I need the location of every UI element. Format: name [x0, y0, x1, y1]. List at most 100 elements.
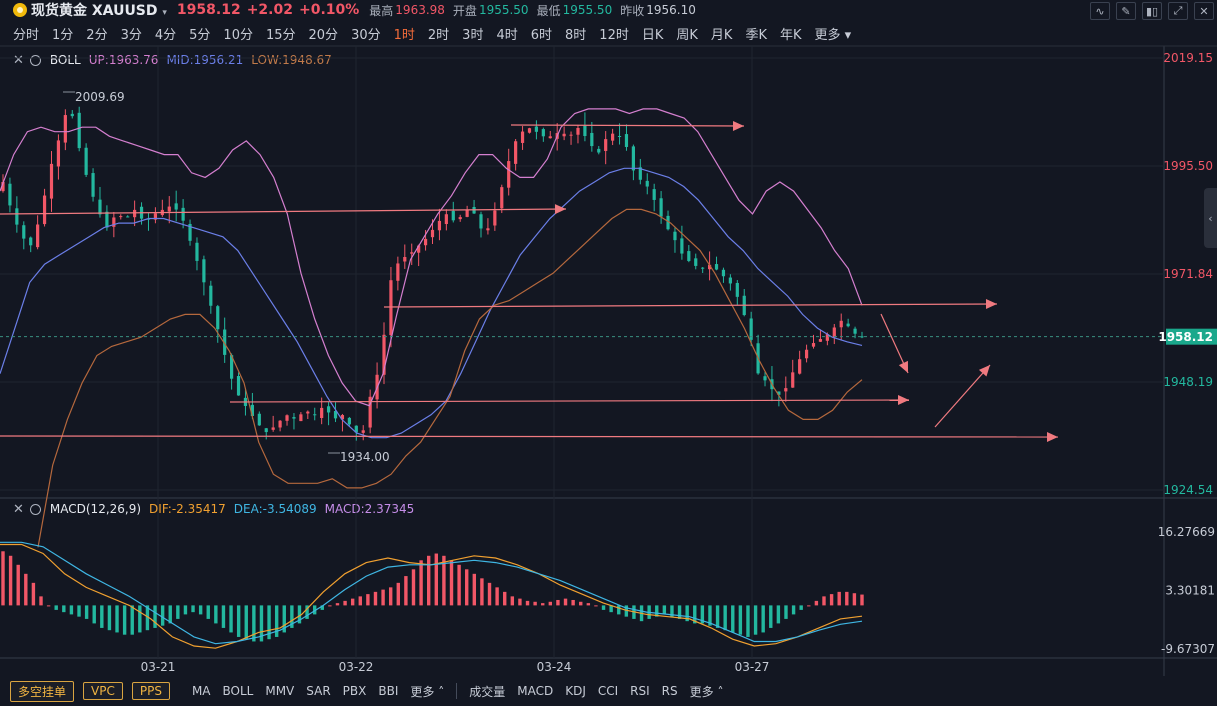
macd-histogram-bar: [46, 605, 51, 607]
annotation-top-line-head: [732, 120, 744, 131]
candle-body: [410, 252, 414, 254]
macd-histogram-bar: [799, 605, 803, 610]
candle-body: [22, 225, 26, 239]
toolbar-divider: [456, 683, 458, 699]
candle-body: [313, 414, 317, 416]
candle-body: [98, 199, 102, 215]
candle-body: [15, 208, 19, 225]
main-indicator-2[interactable]: MMV: [265, 684, 294, 698]
collapse-panel-chevron-icon[interactable]: ‹: [1204, 188, 1217, 248]
candle-body: [659, 198, 663, 217]
macd-histogram-bar: [419, 560, 423, 606]
main-indicator-6[interactable]: 更多 ˄: [410, 683, 444, 700]
candle-body: [202, 259, 206, 283]
overlay-button-1[interactable]: VPC: [83, 682, 123, 700]
macd-histogram-bar: [579, 601, 583, 606]
candle-body: [507, 161, 511, 188]
macd-histogram-bar: [533, 601, 537, 606]
macd-histogram-bar: [8, 555, 13, 606]
macd-histogram-bar: [373, 591, 378, 606]
macd-histogram-bar: [16, 564, 20, 606]
macd-histogram-bar: [183, 605, 188, 615]
macd-histogram-bar: [449, 560, 454, 606]
macd-histogram-bar: [39, 596, 43, 606]
annotation-mid-line-head: [985, 299, 997, 310]
overlay-button-0[interactable]: 多空挂单: [10, 680, 75, 702]
annotation-support-line-head: [897, 395, 909, 406]
sub-indicator-1[interactable]: MACD: [517, 684, 553, 698]
candle-body: [721, 269, 726, 277]
main-indicator-1[interactable]: BOLL: [223, 684, 254, 698]
sub-indicator-2[interactable]: KDJ: [565, 684, 586, 698]
main-indicator-0[interactable]: MA: [192, 684, 211, 698]
candle-body: [701, 267, 705, 269]
candle-body: [271, 427, 275, 430]
macd-histogram-bar: [434, 553, 439, 606]
macd-histogram-bar: [586, 603, 591, 606]
macd-histogram-bar: [571, 599, 575, 606]
macd-histogram-bar: [457, 564, 461, 606]
time-axis-label: 03-21: [141, 660, 176, 674]
macd-histogram-bar: [814, 600, 819, 606]
macd-histogram-bar: [343, 600, 347, 606]
candle-body: [680, 238, 684, 254]
macd-histogram-bar: [791, 605, 796, 615]
macd-histogram-bar: [1, 551, 5, 606]
candle-body: [396, 263, 400, 281]
macd-axis-label: 3.30181: [1165, 584, 1215, 598]
candle-body: [264, 428, 268, 433]
main-indicator-4[interactable]: PBX: [343, 684, 367, 698]
macd-histogram-bar: [495, 587, 499, 606]
macd-histogram-bar: [381, 589, 385, 606]
candle-body: [403, 257, 407, 262]
bottom-toolbar: 多空挂单 VPC PPS MA BOLL MMV SAR PBX BBI 更多 ˄ 成交量 MACD K…: [0, 679, 1217, 703]
macd-histogram-bar: [244, 605, 248, 640]
candle-body: [56, 140, 61, 167]
candle-body: [652, 189, 656, 200]
candle-body: [839, 320, 843, 328]
macd-histogram-bar: [746, 605, 750, 637]
sub-indicator-0[interactable]: 成交量: [469, 683, 505, 700]
sub-indicator-4[interactable]: RSI: [630, 684, 650, 698]
candle-body: [569, 134, 573, 136]
macd-histogram-bar: [556, 599, 560, 606]
candle-body: [77, 112, 81, 149]
candle-body: [430, 229, 435, 238]
candle-body: [604, 139, 608, 151]
candle-body: [181, 207, 185, 221]
boll-lower-line: [37, 208, 863, 548]
candle-body: [818, 339, 823, 342]
macd-histogram-bar: [138, 605, 142, 633]
sub-indicator-5[interactable]: RS: [662, 684, 678, 698]
candle-body: [49, 163, 54, 199]
candle-body: [548, 136, 552, 139]
macd-histogram-bar: [160, 605, 165, 626]
candle-body: [534, 126, 539, 132]
macd-histogram-bar: [677, 605, 682, 619]
candle-body: [493, 210, 497, 226]
candle-body: [527, 128, 532, 133]
candle-body: [624, 134, 629, 147]
macd-histogram-bar: [358, 596, 362, 606]
sub-indicator-6[interactable]: 更多 ˄: [690, 683, 724, 700]
macd-histogram-bar: [472, 573, 477, 606]
candle-body: [174, 203, 178, 210]
price-axis-label: 1971.84: [1163, 267, 1213, 281]
sub-indicator-3[interactable]: CCI: [598, 684, 618, 698]
candle-body: [687, 251, 691, 261]
macd-histogram-bar: [100, 605, 104, 628]
candle-body: [437, 220, 442, 231]
macd-histogram-bar: [845, 591, 849, 606]
main-indicator-5[interactable]: BBI: [378, 684, 398, 698]
overlay-button-2[interactable]: PPS: [131, 682, 170, 700]
main-indicator-3[interactable]: SAR: [306, 684, 330, 698]
macd-histogram-bar: [153, 605, 157, 628]
chart-canvas[interactable]: 2009.69 1934.00 1958.12 2019.15 1995.50 1971.…: [0, 0, 1217, 706]
price-axis-label: 1995.50: [1163, 159, 1213, 173]
macd-histogram-bar: [852, 593, 857, 606]
macd-histogram-bar: [715, 605, 720, 628]
candle-body: [236, 376, 241, 396]
candle-body: [91, 173, 95, 197]
candle-body: [798, 359, 802, 374]
candle-body: [714, 264, 719, 270]
